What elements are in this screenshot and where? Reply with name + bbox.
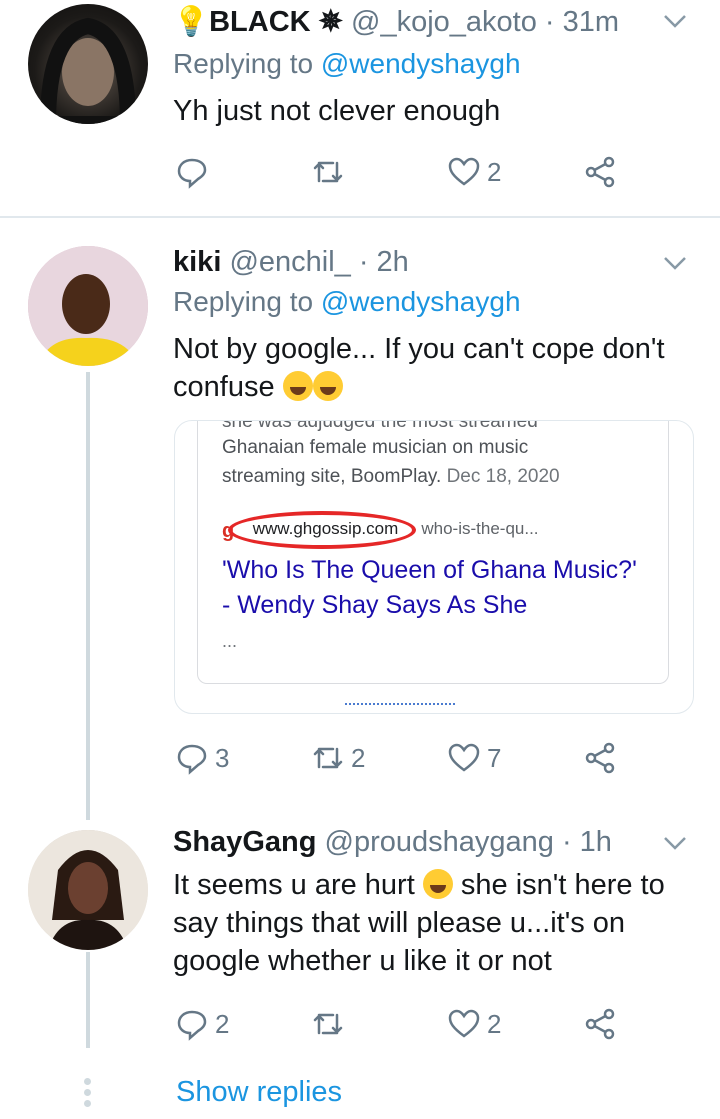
- avatar[interactable]: [28, 246, 148, 366]
- heart-icon: [448, 157, 480, 186]
- tweet-text-line-1: It seems u are hurt she isn't here to: [173, 866, 703, 904]
- laughing-emoji-icon: [422, 869, 453, 899]
- share-icon: [585, 742, 615, 774]
- author-handle[interactable]: @enchil_ · 2h: [229, 246, 408, 278]
- like-count: 2: [487, 156, 502, 187]
- tweet-actions: 2 2: [175, 1004, 635, 1044]
- tweet-1[interactable]: 💡BLACK ✵ @_kojo_akoto · 31m Replying to …: [0, 0, 720, 218]
- tweet-text: It seems u are hurt she isn't here to sa…: [173, 866, 703, 980]
- reply-button[interactable]: 3: [175, 738, 229, 778]
- snippet-date: Dec 18, 2020: [446, 466, 560, 487]
- chevron-down-icon[interactable]: [660, 6, 690, 36]
- rofl-emoji-icon: [282, 371, 313, 401]
- retweet-count: 2: [351, 742, 366, 773]
- tweet-text-line: she isn't here to: [460, 869, 665, 901]
- show-replies-link[interactable]: Show replies: [176, 1076, 342, 1109]
- rofl-emoji-icon: [312, 371, 343, 401]
- mention-link[interactable]: @wendyshaygh: [321, 286, 521, 317]
- result-ellipsis: ...: [222, 631, 238, 651]
- reply-count: 2: [215, 1008, 230, 1039]
- replying-label: Replying to: [173, 286, 321, 317]
- share-button[interactable]: [583, 738, 617, 778]
- snippet-text: streaming site, BoomPlay.: [222, 466, 442, 487]
- heart-icon: [448, 1009, 480, 1038]
- tweet-3[interactable]: ShayGang @proudshaygang · 1h It seems u …: [0, 822, 720, 1072]
- avatar[interactable]: [28, 830, 148, 950]
- reply-button[interactable]: 2: [175, 1004, 229, 1044]
- author-name[interactable]: kiki: [173, 246, 221, 278]
- like-button[interactable]: 2: [447, 152, 501, 192]
- result-path: › who-is-the-qu...: [410, 519, 539, 538]
- share-button[interactable]: [583, 152, 617, 192]
- more-results-link-fragment: [345, 703, 455, 708]
- avatar-face-image: [28, 246, 148, 366]
- like-button[interactable]: 7: [447, 738, 501, 778]
- snippet-cut-line: she was adjudged the most streamed: [222, 420, 538, 432]
- attached-image-card[interactable]: she was adjudged the most streamed Ghana…: [174, 420, 694, 714]
- snippet-line-2: streaming site, BoomPlay. Dec 18, 2020: [222, 466, 560, 488]
- replying-label: Replying to: [173, 48, 321, 79]
- reply-icon: [177, 158, 207, 189]
- reply-icon: [177, 1010, 207, 1041]
- retweet-button[interactable]: [311, 1004, 351, 1044]
- tweet-text-line: It seems u are hurt: [173, 869, 415, 901]
- thread-line: [86, 952, 90, 1048]
- share-button[interactable]: [583, 1004, 617, 1044]
- thread-line: [86, 372, 90, 820]
- share-icon: [585, 156, 615, 188]
- like-count: 7: [487, 742, 502, 773]
- avatar-face-image: [28, 830, 148, 950]
- avatar[interactable]: [28, 4, 148, 124]
- tweet-actions: 3 2 7: [175, 738, 635, 778]
- avatar-face-image: [39, 17, 137, 124]
- replying-to: Replying to @wendyshaygh: [173, 48, 521, 80]
- search-result-screenshot: she was adjudged the most streamed Ghana…: [197, 421, 669, 684]
- author-name[interactable]: 💡BLACK ✵: [173, 6, 343, 38]
- reply-icon: [177, 744, 207, 775]
- replying-to: Replying to @wendyshaygh: [173, 286, 521, 318]
- red-circle-annotation: [228, 511, 416, 549]
- snippet-line: Ghanaian female musician on music: [222, 437, 529, 458]
- chevron-down-icon[interactable]: [660, 248, 690, 278]
- like-count: 2: [487, 1008, 502, 1039]
- tweet-actions: 2: [175, 152, 635, 192]
- retweet-icon: [313, 747, 343, 769]
- tweet-text: Not by google... If you can't cope don't…: [173, 330, 703, 406]
- tweet-text-line: google whether u like it or not: [173, 945, 552, 977]
- like-button[interactable]: 2: [447, 1004, 501, 1044]
- retweet-icon: [313, 1013, 343, 1035]
- retweet-icon: [313, 161, 343, 183]
- retweet-button[interactable]: [311, 152, 351, 192]
- tweet-text-line: say things that will please u...it's on: [173, 907, 626, 939]
- share-icon: [585, 1008, 615, 1040]
- result-title: 'Who Is The Queen of Ghana Music?' - Wen…: [222, 556, 637, 619]
- retweet-button[interactable]: 2: [311, 738, 365, 778]
- tweet-text-line: confuse: [173, 371, 275, 403]
- more-replies-dots-icon: [84, 1078, 92, 1111]
- heart-icon: [448, 743, 480, 772]
- author-handle[interactable]: @proudshaygang · 1h: [325, 826, 612, 858]
- chevron-down-icon[interactable]: [660, 828, 690, 858]
- reply-button[interactable]: [175, 152, 215, 192]
- tweet-text: Yh just not clever enough: [173, 95, 501, 127]
- tweet-text-line-2: confuse: [173, 368, 703, 406]
- reply-count: 3: [215, 742, 230, 773]
- tweet-text-line: Not by google... If you can't cope don't: [173, 333, 665, 365]
- author-handle[interactable]: @_kojo_akoto · 31m: [351, 6, 619, 38]
- mention-link[interactable]: @wendyshaygh: [321, 48, 521, 79]
- author-name[interactable]: ShayGang: [173, 826, 316, 858]
